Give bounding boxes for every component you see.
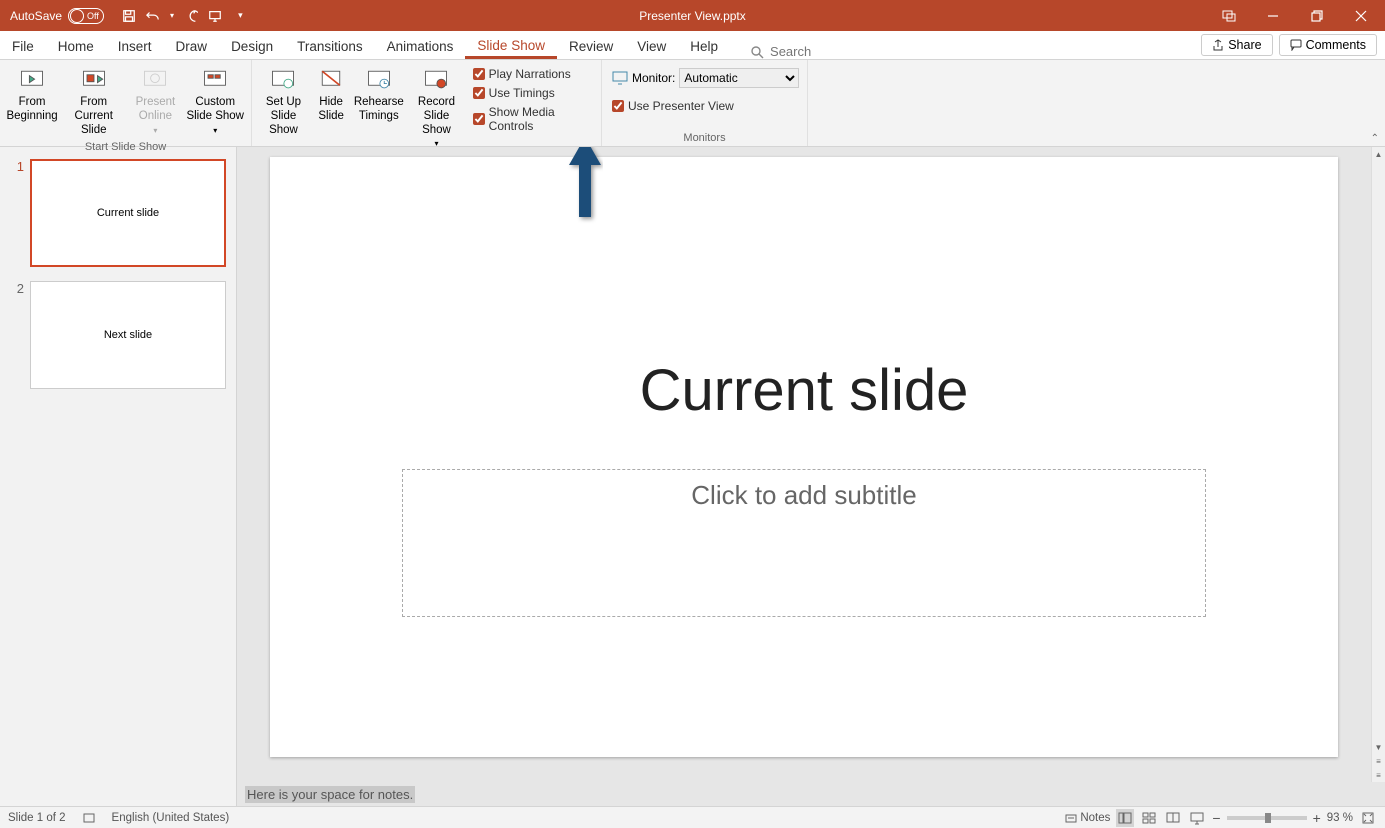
scroll-down-icon[interactable]: ▼ <box>1372 740 1385 754</box>
slideshow-view-icon[interactable] <box>1188 809 1206 827</box>
prev-slide-icon[interactable]: ≡ <box>1372 754 1385 768</box>
slide-editor[interactable]: Current slide Click to add subtitle <box>270 157 1338 757</box>
tab-file[interactable]: File <box>0 34 46 59</box>
title-bar: AutoSave Off ▾ ▾ Presenter View.pptx <box>0 0 1385 31</box>
monitor-label: Monitor: <box>632 71 675 85</box>
zoom-level[interactable]: 93 % <box>1327 812 1353 824</box>
tab-home[interactable]: Home <box>46 34 106 59</box>
show-media-controls-checkbox[interactable]: Show Media Controls <box>473 104 591 134</box>
from-beginning-button[interactable]: From Beginning <box>6 64 58 124</box>
search-icon <box>750 45 764 59</box>
search-box[interactable] <box>750 44 890 59</box>
thumb-number: 2 <box>10 281 24 389</box>
zoom-in-icon[interactable]: + <box>1313 810 1321 826</box>
zoom-slider[interactable] <box>1227 816 1307 820</box>
tab-review[interactable]: Review <box>557 34 625 59</box>
accessibility-icon[interactable] <box>80 809 98 827</box>
slide-thumbnails-panel[interactable]: 1 Current slide 2 Next slide <box>0 147 237 806</box>
present-icon[interactable] <box>208 9 222 23</box>
tab-slide-show[interactable]: Slide Show <box>465 33 557 59</box>
monitor-icon <box>612 71 628 85</box>
next-slide-icon[interactable]: ≡ <box>1372 768 1385 782</box>
undo-icon[interactable] <box>146 9 160 23</box>
autosave-toggle[interactable]: AutoSave Off <box>10 8 104 24</box>
slide-canvas-area[interactable]: Current slide Click to add subtitle <box>237 147 1371 782</box>
slide-subtitle-placeholder[interactable]: Click to add subtitle <box>402 469 1206 617</box>
notes-toggle[interactable]: Notes <box>1065 812 1110 824</box>
slide-title-text[interactable]: Current slide <box>270 357 1338 424</box>
tab-transitions[interactable]: Transitions <box>285 34 375 59</box>
close-icon[interactable] <box>1341 0 1381 31</box>
display-options-icon[interactable] <box>1209 0 1249 31</box>
tab-design[interactable]: Design <box>219 34 285 59</box>
use-presenter-view-checkbox[interactable]: Use Presenter View <box>612 98 799 114</box>
reading-view-icon[interactable] <box>1164 809 1182 827</box>
ribbon-tabs: File Home Insert Draw Design Transitions… <box>0 31 1385 60</box>
ribbon: From Beginning From Current Slide Presen… <box>0 60 1385 147</box>
tab-help[interactable]: Help <box>678 34 730 59</box>
autosave-label: AutoSave <box>10 9 62 23</box>
search-input[interactable] <box>770 44 890 59</box>
share-icon <box>1212 39 1224 51</box>
save-icon[interactable] <box>122 9 136 23</box>
custom-slide-show-button[interactable]: Custom Slide Show▾ <box>185 64 245 135</box>
set-up-slide-show-button[interactable]: Set Up Slide Show <box>258 64 309 137</box>
rehearse-timings-button[interactable]: Rehearse Timings <box>353 64 404 124</box>
qat-customize-icon[interactable]: ▾ <box>238 10 243 21</box>
undo-dropdown-icon[interactable]: ▾ <box>170 11 174 20</box>
notes-placeholder-text[interactable]: Here is your space for notes. <box>245 786 415 803</box>
slide-sorter-view-icon[interactable] <box>1140 809 1158 827</box>
tab-animations[interactable]: Animations <box>375 34 466 59</box>
tab-view[interactable]: View <box>625 34 678 59</box>
slide-thumbnail-1[interactable]: Current slide <box>30 159 226 267</box>
group-label-start: Start Slide Show <box>0 141 251 155</box>
group-label-monitors: Monitors <box>602 132 807 146</box>
toggle-switch[interactable]: Off <box>68 8 104 24</box>
redo-icon[interactable] <box>184 9 198 23</box>
monitor-select[interactable]: Automatic <box>679 68 799 88</box>
tab-insert[interactable]: Insert <box>106 34 164 59</box>
comments-button[interactable]: Comments <box>1279 34 1377 56</box>
normal-view-icon[interactable] <box>1116 809 1134 827</box>
share-button[interactable]: Share <box>1201 34 1272 56</box>
comment-icon <box>1290 39 1302 51</box>
notes-pane[interactable]: Here is your space for notes. <box>237 782 1385 806</box>
scroll-up-icon[interactable]: ▲ <box>1372 147 1385 161</box>
window-title: Presenter View.pptx <box>639 9 746 23</box>
play-narrations-checkbox[interactable]: Play Narrations <box>473 66 591 82</box>
zoom-out-icon[interactable]: − <box>1212 810 1220 826</box>
restore-icon[interactable] <box>1297 0 1337 31</box>
workspace: 1 Current slide 2 Next slide Current sli… <box>0 147 1385 806</box>
minimize-icon[interactable] <box>1253 0 1293 31</box>
present-online-button[interactable]: Present Online▾ <box>129 64 181 135</box>
slide-thumbnail-2[interactable]: Next slide <box>30 281 226 389</box>
callout-arrow-icon <box>567 147 603 225</box>
language-status[interactable]: English (United States) <box>112 812 230 824</box>
slide-count: Slide 1 of 2 <box>8 812 66 824</box>
thumb-number: 1 <box>10 159 24 267</box>
tab-draw[interactable]: Draw <box>164 34 220 59</box>
fit-to-window-icon[interactable] <box>1359 809 1377 827</box>
from-current-slide-button[interactable]: From Current Slide <box>62 64 125 137</box>
use-timings-checkbox[interactable]: Use Timings <box>473 85 591 101</box>
collapse-ribbon-icon[interactable]: ⌃ <box>1371 133 1379 144</box>
record-slide-show-button[interactable]: Record Slide Show▾ <box>408 64 464 149</box>
hide-slide-button[interactable]: Hide Slide <box>313 64 349 124</box>
vertical-scrollbar[interactable]: ▲ ▼ ≡ ≡ <box>1371 147 1385 782</box>
status-bar: Slide 1 of 2 English (United States) Not… <box>0 806 1385 828</box>
